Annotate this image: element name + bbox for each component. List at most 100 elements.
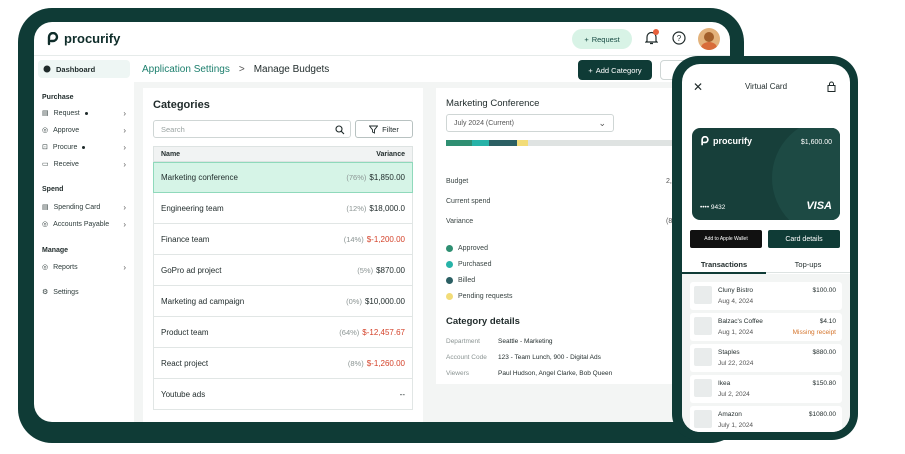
transaction-note: Missing receipt	[792, 329, 836, 336]
sidebar-item-dashboard[interactable]: Dashboard	[38, 60, 130, 78]
transaction-item[interactable]: Balzac's Coffee Aug 1, 2024 $4.10 Missing r…	[690, 313, 842, 341]
virtual-card[interactable]: procurify $1,600.00 •••• 9432 VISA	[692, 128, 840, 220]
merchant-thumbnail	[694, 410, 712, 428]
transaction-item[interactable]: Cluny Bistro Aug 4, 2024 $100.00	[690, 282, 842, 310]
phone-tabs: Transactions Top-ups	[682, 257, 850, 274]
filter-icon	[369, 125, 379, 134]
budget-title: Marketing Conference	[446, 98, 540, 109]
search-icon	[335, 125, 345, 135]
check-circle-icon: ◎	[42, 127, 49, 134]
wallet-label: Add to Apple Wallet	[704, 236, 748, 242]
transaction-amount: $4.10	[819, 318, 836, 325]
filter-label: Filter	[382, 124, 399, 134]
plus-icon: +	[588, 65, 593, 75]
help-icon[interactable]: ?	[672, 31, 686, 45]
sidebar-item-settings[interactable]: ⚙ Settings	[42, 288, 126, 297]
table-row[interactable]: Product team (64%) $-12,457.67	[153, 317, 413, 348]
variance-percent: (64%)	[339, 327, 360, 337]
table-row[interactable]: Marketing conference (76%) $1,850.00	[153, 162, 413, 193]
sidebar-item-spending-card[interactable]: ▤ Spending Card ›	[42, 202, 126, 212]
sidebar-item-procure[interactable]: ⊡ Procure ›	[42, 143, 126, 152]
card-logo: procurify	[700, 136, 752, 146]
card-amount: $1,600.00	[800, 139, 832, 146]
request-button[interactable]: + Request	[572, 29, 632, 49]
category-name: Product team	[161, 327, 209, 337]
tab-topups[interactable]: Top-ups	[766, 260, 850, 269]
sidebar-item-label: Settings	[53, 288, 79, 296]
add-category-button[interactable]: + Add Category	[578, 60, 652, 80]
breadcrumb-link-application-settings[interactable]: Application Settings	[142, 64, 230, 75]
search-placeholder: Search	[161, 124, 185, 134]
merchant-thumbnail	[694, 317, 712, 335]
transaction-item[interactable]: Staples Jul 22, 2024 $880.00	[690, 344, 842, 372]
procurify-logo-icon	[47, 31, 59, 45]
transaction-amount: $100.00	[812, 287, 837, 294]
lock-icon[interactable]	[827, 81, 836, 92]
user-avatar[interactable]	[698, 28, 720, 50]
column-header-variance: Variance	[376, 150, 405, 158]
transaction-item[interactable]: Ikea Jul 2, 2024 $150.80	[690, 375, 842, 403]
chevron-right-icon: ›	[123, 262, 126, 272]
sidebar-item-label: Request	[53, 109, 80, 117]
merchant-name: Staples	[718, 349, 740, 356]
chart-icon: ◎	[42, 264, 49, 271]
detail-row-department: Department Seattle - Marketing	[446, 338, 553, 345]
sidebar-item-label: Accounts Payable	[53, 220, 110, 228]
brand-logo[interactable]: procurify	[46, 31, 120, 46]
transaction-date: Aug 1, 2024	[718, 329, 754, 336]
variance-percent: (5%)	[357, 265, 374, 275]
chevron-right-icon: ›	[123, 202, 126, 212]
category-variance: (64%) $-12,457.67	[339, 328, 405, 337]
document-icon: ▤	[42, 110, 49, 117]
card-details-button[interactable]: Card details	[768, 230, 840, 248]
transaction-date: July 1, 2024	[718, 422, 754, 429]
variance-amount: $-12,457.67	[362, 327, 405, 337]
filter-button[interactable]: Filter	[355, 120, 413, 138]
merchant-thumbnail	[694, 348, 712, 366]
sidebar-item-receive[interactable]: ▭ Receive ›	[42, 160, 126, 169]
table-row[interactable]: Engineering team (12%) $18,000.0	[153, 193, 413, 224]
table-row[interactable]: GoPro ad project (5%) $870.00	[153, 255, 413, 286]
table-row[interactable]: Marketing ad campaign (0%) $10,000.00	[153, 286, 413, 317]
merchant-thumbnail	[694, 286, 712, 304]
transaction-item[interactable]: Amazon July 1, 2024 $1080.00	[690, 406, 842, 432]
payable-icon: ◎	[42, 221, 49, 228]
category-name: GoPro ad project	[161, 265, 222, 275]
sidebar-item-approve[interactable]: ◎ Approve ›	[42, 125, 126, 135]
period-select[interactable]: July 2024 (Current) ⌄	[446, 114, 614, 132]
svg-text:?: ?	[677, 34, 682, 43]
variance-amount: $18,000.0	[369, 203, 405, 213]
bar-segment-pending-requests	[516, 140, 529, 146]
variance-percent: (76%)	[346, 173, 367, 182]
table-row[interactable]: React project (8%) $-1,260.00	[153, 348, 413, 379]
bar-segment-billed	[488, 140, 517, 146]
table-row[interactable]: Youtube ads --	[153, 379, 413, 410]
legend-label: Approved	[458, 245, 488, 252]
variance-percent: (0%)	[346, 296, 362, 306]
cart-icon: ⊡	[42, 144, 48, 151]
sidebar-item-accounts-payable[interactable]: ◎ Accounts Payable ›	[42, 220, 126, 229]
sidebar-item-reports[interactable]: ◎ Reports ›	[42, 262, 126, 272]
card-brand: procurify	[713, 136, 753, 146]
table-row[interactable]: Finance team (14%) $-1,200.00	[153, 224, 413, 255]
variance-percent: (12%)	[346, 203, 367, 213]
variance-amount: $10,000.00	[364, 296, 405, 306]
tab-transactions[interactable]: Transactions	[682, 260, 766, 274]
detail-label: Viewers	[446, 370, 470, 377]
top-bar: procurify + Request ?	[34, 22, 730, 56]
chevron-right-icon: ›	[123, 108, 126, 118]
category-details-title: Category details	[446, 316, 520, 327]
add-to-wallet-button[interactable]: Add to Apple Wallet	[690, 230, 762, 248]
legend-item: Purchased	[446, 261, 491, 268]
sidebar-item-label: Procure	[52, 143, 78, 151]
card-details-label: Card details	[785, 235, 823, 243]
search-input[interactable]: Search	[153, 120, 351, 138]
sidebar-item-request[interactable]: ▤ Request ›	[42, 108, 126, 118]
period-value: July 2024 (Current)	[454, 119, 514, 127]
legend-label: Purchased	[458, 261, 492, 268]
detail-row-account-code: Account Code 123 - Team Lunch, 900 - Dig…	[446, 354, 601, 361]
table-header: Name Variance	[153, 146, 413, 162]
chevron-right-icon: ›	[123, 125, 126, 135]
request-button-label: Request	[591, 34, 620, 44]
procurify-logo-icon	[701, 136, 709, 146]
